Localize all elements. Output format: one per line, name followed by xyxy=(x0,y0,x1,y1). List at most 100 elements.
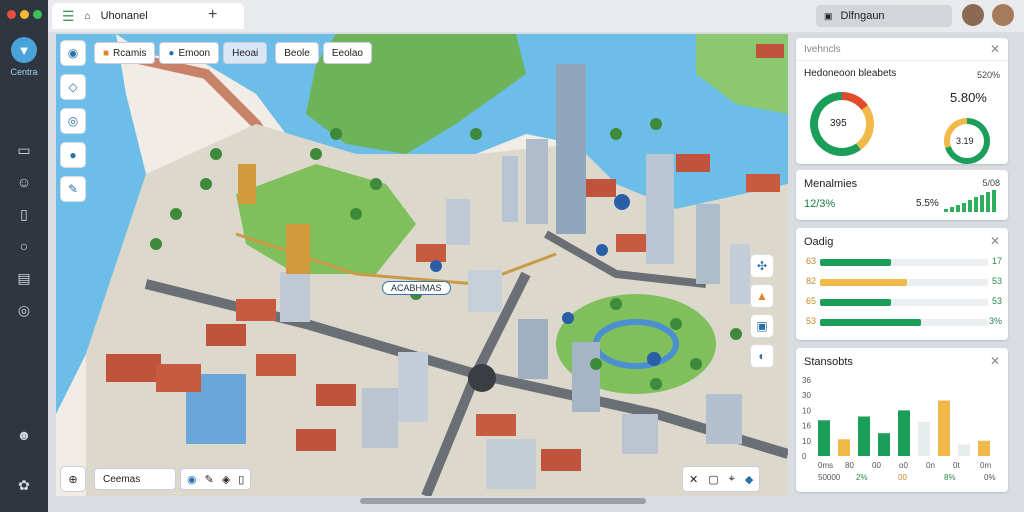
x-tick-label: 80 xyxy=(845,461,854,470)
edit-icon[interactable]: ✎ xyxy=(205,473,214,486)
x-sub-label: 00 xyxy=(898,473,907,482)
map-search-field[interactable]: Ceemas xyxy=(94,468,176,490)
folder-icon[interactable]: ▭ xyxy=(15,141,33,159)
bar-row: 53 3% xyxy=(806,316,1002,328)
mini-left-value: 12/3% xyxy=(804,198,836,210)
filter-pill-2[interactable]: Heoai xyxy=(223,42,268,64)
tag-icon[interactable]: ◈ xyxy=(222,473,230,486)
menu-icon[interactable]: ☰ xyxy=(62,8,75,25)
bar-fill xyxy=(820,259,891,266)
address-bar[interactable]: ▣ Dlfngaun xyxy=(816,5,952,27)
bar-label: 63 xyxy=(806,256,817,266)
layers-icon[interactable]: ◇ xyxy=(60,74,86,100)
left-sidebar: ▼ Centra ▭ ☺ ▯ ○ ▤ ◎ ☻ ✿ xyxy=(0,0,48,512)
chat-icon[interactable]: ☺ xyxy=(15,173,33,191)
lock-map-icon[interactable]: ▣ xyxy=(750,314,774,338)
mini-bar-chart xyxy=(944,188,1002,212)
link-icon[interactable]: ✎ xyxy=(60,176,86,202)
mute-icon[interactable]: ◐ xyxy=(750,344,774,368)
mini-bar xyxy=(974,197,978,212)
mini-right-value: 5.5% xyxy=(916,198,939,209)
fullscreen-icon[interactable]: ✣ xyxy=(750,254,774,278)
filter-pill-1[interactable]: ● Emoon xyxy=(159,42,220,64)
horizontal-scrollbar[interactable] xyxy=(360,498,646,504)
x-tick-label: 00 xyxy=(872,461,881,470)
donut2-big: 5.80% xyxy=(950,90,987,105)
bar-fill xyxy=(820,279,908,286)
mini-bar xyxy=(962,203,966,212)
panel-bars: Oadig ✕ 63 17 82 53 65 53 53 3% xyxy=(796,228,1008,340)
chart-bar xyxy=(958,444,970,456)
chart-bar xyxy=(898,410,910,456)
address-text: Dlfngaun xyxy=(840,10,885,22)
mini-bar xyxy=(980,195,984,212)
tools-icon[interactable]: ✕ xyxy=(689,473,698,486)
filter-pill-3[interactable]: Beole xyxy=(275,42,319,64)
satellite-icon[interactable]: ◎ xyxy=(60,108,86,134)
y-tick-label: 10 xyxy=(802,437,811,446)
compass-icon[interactable]: ◉ xyxy=(60,40,86,66)
bar-row: 63 17 xyxy=(806,256,1002,268)
x-sub-label: 2% xyxy=(856,473,868,482)
mini-bar xyxy=(950,207,954,212)
user-icon[interactable]: ☻ xyxy=(15,426,33,444)
clock-icon[interactable]: ○ xyxy=(15,237,33,255)
app-logo-icon[interactable]: ▼ xyxy=(11,37,37,63)
mini-bar xyxy=(986,192,990,212)
globe-icon[interactable]: ◎ xyxy=(15,301,33,319)
window-controls xyxy=(6,10,42,19)
bar-value: 53 xyxy=(991,296,1002,306)
share-icon[interactable]: ◆ xyxy=(745,473,753,486)
logo-label: Centra xyxy=(10,67,38,77)
y-tick-label: 10 xyxy=(802,406,811,415)
avatar-secondary[interactable] xyxy=(992,4,1014,26)
new-tab-button[interactable]: + xyxy=(208,6,217,24)
map-canvas[interactable] xyxy=(56,34,788,496)
browser-icon[interactable]: ◉ xyxy=(187,473,197,486)
city-map-view[interactable]: ◉ ◇ ◎ ● ✎ ■ Rcamis ● Emoon Heoai Beole E… xyxy=(56,34,788,496)
x-tick-label: 0n xyxy=(926,461,935,470)
map-place-label[interactable]: ACABHMAS xyxy=(382,281,451,295)
x-tick-label: 0m xyxy=(980,461,991,470)
settings-icon[interactable]: ✿ xyxy=(15,476,33,494)
maximize-window-button[interactable] xyxy=(32,10,42,19)
chart-bar xyxy=(938,400,950,456)
donut-top-pct: 520% xyxy=(976,70,1000,80)
poi-icon[interactable]: ▲ xyxy=(750,284,774,308)
globe-view-icon[interactable]: ● xyxy=(60,142,86,168)
bar-row: 65 53 xyxy=(806,296,1002,308)
add-layer-button[interactable]: ⊕ xyxy=(60,466,86,492)
map-filter-tabs: ■ Rcamis ● Emoon Heoai Beole Eeolao xyxy=(94,42,372,64)
avatar[interactable] xyxy=(962,4,984,26)
book-icon[interactable]: ▯ xyxy=(15,205,33,223)
close-icon[interactable]: ✕ xyxy=(990,42,1000,56)
donut-panel-title: Hedoneoon bleabets xyxy=(804,68,897,79)
bar-track xyxy=(820,259,988,266)
blue-pin-icon: ● xyxy=(168,47,175,59)
square-icon[interactable]: ▢ xyxy=(708,473,718,486)
mini-panel-title: Menalmies xyxy=(804,178,858,190)
bars-panel-title: Oadig xyxy=(804,236,834,248)
x-sub-label: 50000 xyxy=(818,473,841,482)
mini-bar xyxy=(956,205,960,212)
mini-bar xyxy=(992,190,996,212)
minimize-window-button[interactable] xyxy=(19,10,29,19)
panel-chart: Stansobts ✕ 36 30 10 16 10 0 0ms 80 00 o0 0n 0t 0m 50… xyxy=(796,348,1008,492)
close-icon[interactable]: ✕ xyxy=(990,234,1000,248)
bookmark-icon[interactable]: ▯ xyxy=(238,473,244,486)
filter-pill-0[interactable]: ■ Rcamis xyxy=(94,42,156,64)
close-window-button[interactable] xyxy=(6,10,16,19)
bar-track xyxy=(820,299,988,306)
divider xyxy=(796,60,1008,61)
chart-bar xyxy=(858,416,870,456)
filter-pill-4[interactable]: Eeolao xyxy=(322,42,372,64)
bar-value: 3% xyxy=(988,316,1002,326)
document-icon[interactable]: ▤ xyxy=(15,269,33,287)
x-tick-label: o0 xyxy=(899,461,908,470)
pin-icon[interactable]: ⌖ xyxy=(729,473,735,486)
chart-bar xyxy=(878,433,890,456)
bar-track xyxy=(820,319,988,326)
chart-bar xyxy=(818,420,830,456)
panel-donuts: Ivehncls ✕ Hedoneoon bleabets 520% 395 5… xyxy=(796,38,1008,164)
mini-top-small: 5/08 xyxy=(982,178,1000,188)
